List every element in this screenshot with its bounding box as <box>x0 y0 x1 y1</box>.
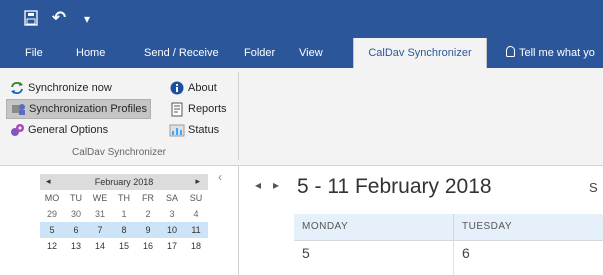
info-icon <box>169 80 185 96</box>
previous-week-button[interactable]: ◂ <box>255 178 261 192</box>
reports-button[interactable]: Reports <box>166 99 230 119</box>
title-bar: ↶ ▾ <box>0 0 603 38</box>
tell-me-search[interactable]: Tell me what yo <box>500 38 599 68</box>
sync-icon <box>9 80 25 96</box>
day-header-monday[interactable]: MONDAY <box>294 214 454 240</box>
ribbon-group-label: CalDav Synchronizer <box>72 147 166 158</box>
profiles-icon <box>10 101 26 117</box>
synchronization-profiles-label: Synchronization Profiles <box>29 103 148 115</box>
options-icon <box>9 122 25 138</box>
reports-label: Reports <box>188 103 227 115</box>
weekday-header-row: MO TU WE TH FR SA SU <box>40 190 208 206</box>
day-header-tuesday[interactable]: TUESDAY <box>454 214 603 240</box>
weekday-label: MO <box>44 193 60 203</box>
tab-file[interactable]: File <box>21 38 47 68</box>
tab-caldav-synchronizer[interactable]: CalDav Synchronizer <box>353 38 487 68</box>
day-cell[interactable]: 2 <box>136 206 160 222</box>
weekday-label: TU <box>70 193 82 203</box>
general-options-button[interactable]: General Options <box>6 120 111 140</box>
date-navigator-header: ◂ February 2018 ▸ <box>40 174 208 190</box>
day-cell[interactable]: 9 <box>136 222 160 238</box>
next-week-button[interactable]: ▸ <box>273 178 279 192</box>
day-cell[interactable]: 4 <box>184 206 208 222</box>
weekday-label: SA <box>165 193 178 203</box>
collapse-pane-button[interactable]: ‹ <box>218 170 222 184</box>
week-row: 12 13 14 15 16 17 18 <box>40 238 208 254</box>
synchronization-profiles-button[interactable]: Synchronization Profiles <box>6 99 152 119</box>
tell-me-label: Tell me what yo <box>519 47 595 59</box>
save-icon[interactable] <box>22 8 40 28</box>
tab-send-receive[interactable]: Send / Receive <box>140 38 223 68</box>
status-label: Status <box>188 124 220 136</box>
weekday-label: WE <box>92 193 108 203</box>
day-cell[interactable]: 1 <box>112 206 136 222</box>
day-cell-tuesday[interactable]: 6 <box>454 240 603 275</box>
day-cell[interactable]: 8 <box>112 222 136 238</box>
qat-customize-icon[interactable]: ▾ <box>80 9 94 29</box>
lightbulb-icon <box>506 46 515 57</box>
tab-folder[interactable]: Folder <box>240 38 279 68</box>
status-button[interactable]: Status <box>166 120 222 140</box>
ribbon: Synchronize now Synchronization Profiles <box>0 68 603 166</box>
outlook-window: ↶ ▾ File Home Send / Receive Folder View… <box>0 0 603 275</box>
date-range-title: 5 - 11 February 2018 <box>297 175 492 198</box>
tab-view[interactable]: View <box>295 38 327 68</box>
about-label: About <box>188 82 217 94</box>
day-cell[interactable]: 14 <box>88 238 112 254</box>
day-cell[interactable]: 7 <box>88 222 112 238</box>
day-cell[interactable]: 10 <box>160 222 184 238</box>
day-cell[interactable]: 12 <box>40 238 64 254</box>
week-row: 29 30 31 1 2 3 4 <box>40 206 208 222</box>
general-options-label: General Options <box>28 124 109 136</box>
calendar-view: ◂ ▸ 5 - 11 February 2018 S MONDAY TUESDA… <box>239 166 603 275</box>
ribbon-group-divider <box>238 72 239 160</box>
day-cell-monday[interactable]: 5 <box>294 240 454 275</box>
next-month-button[interactable]: ▸ <box>195 176 200 187</box>
synchronize-now-label: Synchronize now <box>28 82 112 94</box>
ribbon-tab-row: File Home Send / Receive Folder View Cal… <box>0 38 603 68</box>
truncated-label: S <box>589 180 598 195</box>
weekday-label: SU <box>189 193 203 203</box>
tab-home[interactable]: Home <box>72 38 109 68</box>
selected-week-row: 5 6 7 8 9 10 11 <box>40 222 208 238</box>
day-cell[interactable]: 3 <box>160 206 184 222</box>
day-cell[interactable]: 16 <box>136 238 160 254</box>
day-cell[interactable]: 13 <box>64 238 88 254</box>
day-cell[interactable]: 5 <box>40 222 64 238</box>
date-navigator: ◂ February 2018 ▸ MO TU WE TH FR SA SU 2… <box>40 174 208 254</box>
weekday-label: TH <box>118 193 130 203</box>
about-button[interactable]: About <box>166 78 220 98</box>
day-cell[interactable]: 6 <box>64 222 88 238</box>
status-icon <box>169 122 185 138</box>
reports-icon <box>169 101 185 117</box>
day-cell[interactable]: 29 <box>40 206 64 222</box>
day-cell[interactable]: 31 <box>88 206 112 222</box>
weekday-label: FR <box>142 193 154 203</box>
day-cell[interactable]: 15 <box>112 238 136 254</box>
day-cell[interactable]: 11 <box>184 222 208 238</box>
undo-icon[interactable]: ↶ <box>50 8 68 28</box>
day-cell[interactable]: 30 <box>64 206 88 222</box>
month-title[interactable]: February 2018 <box>40 177 208 187</box>
day-cell[interactable]: 18 <box>184 238 208 254</box>
synchronize-now-button[interactable]: Synchronize now <box>6 78 115 98</box>
day-cell[interactable]: 17 <box>160 238 184 254</box>
navigation-pane: ◂ February 2018 ▸ MO TU WE TH FR SA SU 2… <box>0 166 239 275</box>
